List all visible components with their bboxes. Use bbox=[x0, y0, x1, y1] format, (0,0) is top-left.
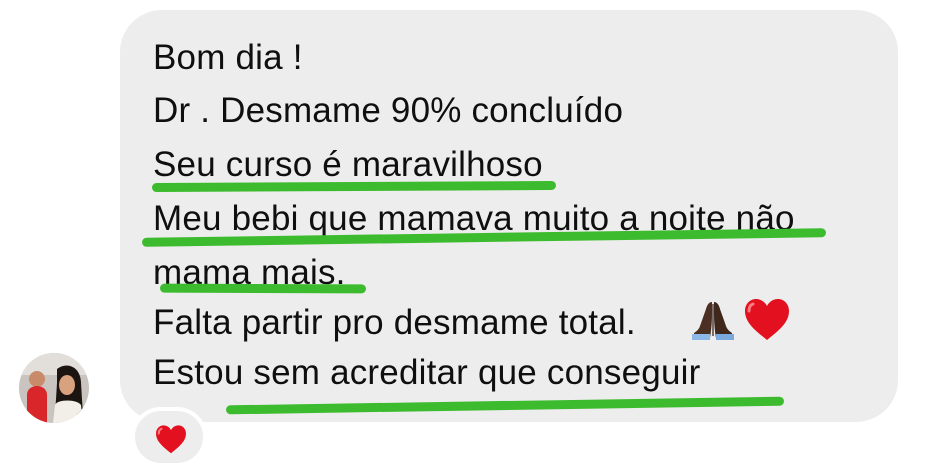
red-heart-icon bbox=[745, 299, 789, 340]
avatar-photo bbox=[19, 353, 89, 423]
highlight-underline bbox=[159, 283, 367, 294]
folded-hands-icon bbox=[692, 302, 734, 340]
message-line-2: Dr . Desmame 90% concluído bbox=[153, 91, 624, 130]
message-line-3: Seu curso é maravilhoso bbox=[153, 145, 543, 184]
message-line-7: Estou sem acreditar que conseguir bbox=[153, 353, 701, 392]
message-line-6: Falta partir pro desmame total. bbox=[153, 303, 636, 342]
chat-thread: Bom dia ! Dr . Desmame 90% concluído Seu… bbox=[0, 0, 950, 475]
reaction-badge[interactable] bbox=[131, 407, 207, 467]
avatar[interactable] bbox=[19, 353, 89, 423]
message-line-1: Bom dia ! bbox=[153, 38, 303, 77]
red-heart-icon bbox=[156, 425, 186, 454]
